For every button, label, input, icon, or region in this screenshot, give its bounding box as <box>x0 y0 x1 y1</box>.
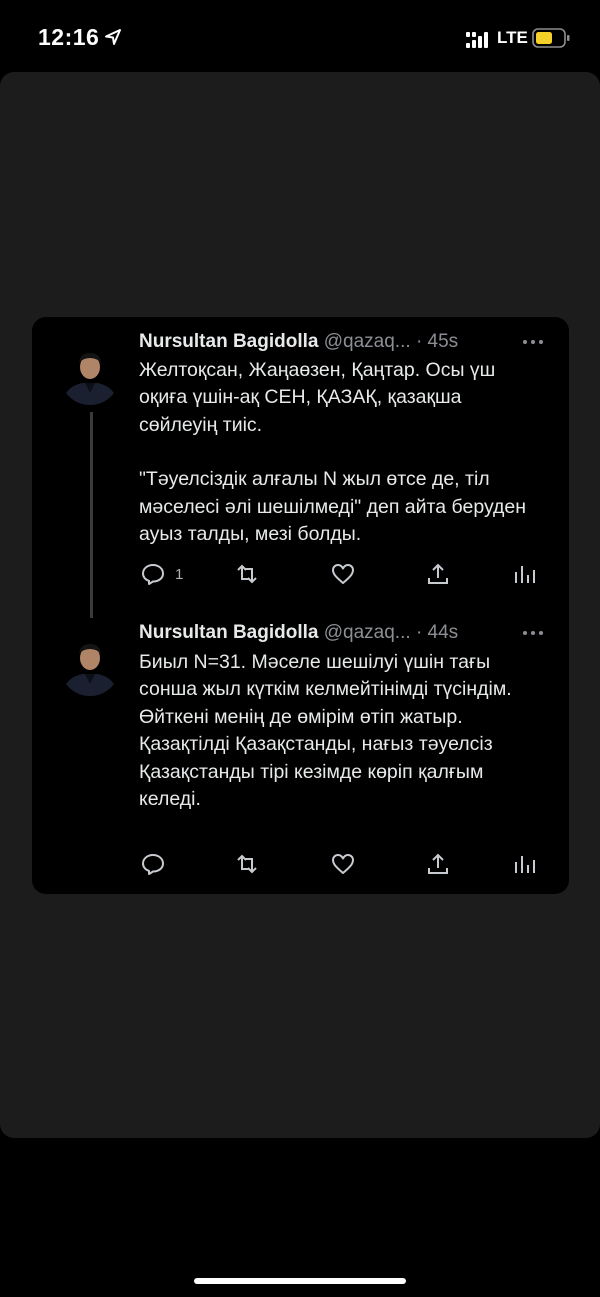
author-name[interactable]: Nursultan Bagidolla <box>139 622 318 643</box>
more-options-icon[interactable] <box>522 629 544 637</box>
thread-connector-line <box>90 412 93 618</box>
reply-icon[interactable] <box>140 562 166 586</box>
tweet-paragraph: "Тәуелсіздік алғалы N жыл өтсе де, тіл м… <box>139 468 527 546</box>
more-options-icon[interactable] <box>522 338 544 346</box>
tweet-text: Желтоқсан, Жаңаөзен, Қаңтар. Осы үш оқиғ… <box>139 357 539 548</box>
home-indicator[interactable] <box>194 1278 406 1284</box>
avatar-photo <box>60 636 120 696</box>
status-bar: 12:16 LTE <box>0 0 600 72</box>
share-icon[interactable] <box>425 562 451 586</box>
status-time: 12:16 <box>38 24 100 50</box>
reply-count: 1 <box>175 566 184 583</box>
tweet-text: Биыл N=31. Мәселе шешілуі үшін тағы сонш… <box>139 649 539 813</box>
author-handle[interactable]: @qazaq... <box>324 622 411 643</box>
tweet-time[interactable]: · 45s <box>416 331 458 352</box>
avatar-photo <box>60 345 120 405</box>
analytics-icon[interactable] <box>512 852 538 876</box>
retweet-icon[interactable] <box>234 852 260 876</box>
author-handle[interactable]: @qazaq... <box>324 331 411 352</box>
network-type: LTE <box>497 28 528 47</box>
tweet-time[interactable]: · 44s <box>416 622 458 643</box>
retweet-icon[interactable] <box>234 562 260 586</box>
like-icon[interactable] <box>330 852 356 876</box>
like-icon[interactable] <box>330 562 356 586</box>
analytics-icon[interactable] <box>512 562 538 586</box>
tweet-header: Nursultan Bagidolla @qazaq... · 44s <box>139 622 458 644</box>
reply-icon[interactable] <box>140 852 166 876</box>
avatar[interactable] <box>60 345 120 405</box>
tweet-paragraph: Желтоқсан, Жаңаөзен, Қаңтар. Осы үш оқиғ… <box>139 359 496 436</box>
author-name[interactable]: Nursultan Bagidolla <box>139 331 318 352</box>
share-icon[interactable] <box>425 852 451 876</box>
avatar[interactable] <box>60 636 120 696</box>
tweet-paragraph: Биыл N=31. Мәселе шешілуі үшін тағы сонш… <box>139 651 512 811</box>
location-arrow-icon <box>105 29 121 45</box>
battery-icon <box>532 28 570 48</box>
signal-icon <box>466 32 488 48</box>
tweet-header: Nursultan Bagidolla @qazaq... · 45s <box>139 331 458 353</box>
